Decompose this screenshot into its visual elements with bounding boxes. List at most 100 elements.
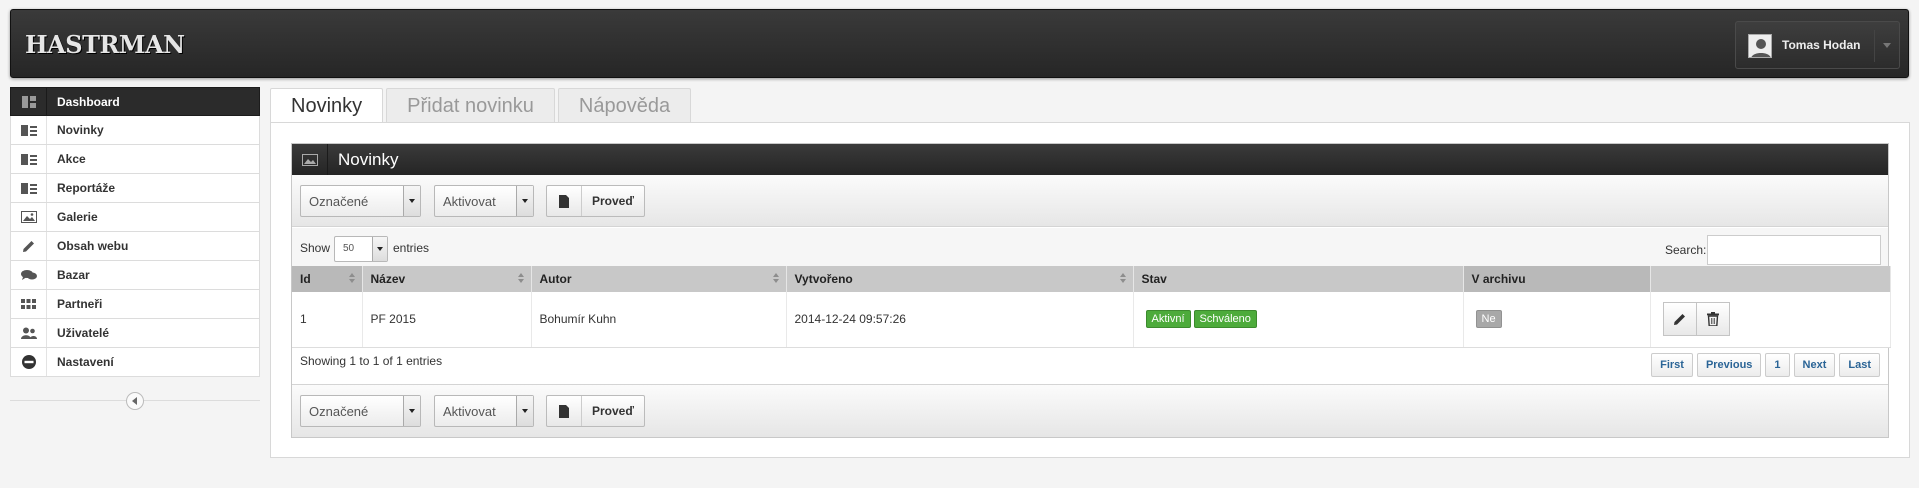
dashboard-icon (11, 88, 47, 115)
selection-select[interactable]: Označené (300, 185, 421, 217)
column-header-id[interactable]: Id (292, 266, 363, 292)
submit-label: Proveď (592, 404, 634, 418)
collapse-sidebar-button[interactable] (126, 392, 144, 410)
page-next-button[interactable]: Next (1793, 353, 1836, 377)
tab-bar: Novinky Přidat novinku Nápověda (270, 88, 694, 124)
user-menu[interactable]: Tomas Hodan (1735, 21, 1900, 69)
pencil-icon (1674, 313, 1685, 325)
column-header-label: Id (300, 272, 311, 286)
sidebar-item-akce[interactable]: Akce (10, 145, 260, 174)
newspaper-icon (11, 174, 47, 202)
column-header-label: Název (370, 272, 406, 286)
selection-select[interactable]: Označené (300, 395, 421, 427)
chevron-down-icon[interactable] (516, 396, 533, 426)
pagination: First Previous 1 Next Last (1647, 353, 1880, 377)
minus-circle-icon (11, 348, 47, 376)
chevron-down-icon[interactable] (403, 396, 420, 426)
tab-pridat-novinku[interactable]: Přidat novinku (386, 88, 555, 123)
bulk-action-toolbar-bottom: Označené Aktivovat Proveď (292, 384, 1888, 437)
sidebar-item-galerie[interactable]: Galerie (10, 203, 260, 232)
archive-badge: Ne (1475, 310, 1502, 329)
delete-button[interactable] (1695, 302, 1730, 337)
grid-icon (11, 290, 47, 318)
chevron-down-icon[interactable] (372, 237, 387, 261)
sidebar-item-label: Bazar (57, 268, 90, 282)
action-select[interactable]: Aktivovat (434, 395, 534, 427)
column-header-actions (1650, 266, 1891, 292)
chevron-down-icon[interactable] (1883, 43, 1891, 48)
user-name: Tomas Hodan (1782, 38, 1861, 52)
sidebar-item-uzivatele[interactable]: Uživatelé (10, 319, 260, 348)
sidebar-item-label: Galerie (57, 210, 98, 224)
document-icon (547, 396, 582, 426)
sort-icon (348, 273, 356, 285)
sidebar-item-novinky[interactable]: Novinky (10, 116, 260, 145)
sidebar-item-label: Reportáže (57, 181, 116, 195)
news-widget: Novinky Označené Aktivovat Proveď Show 5… (291, 143, 1891, 438)
sort-icon (1119, 273, 1127, 285)
sidebar-item-nastaveni[interactable]: Nastavení (10, 348, 260, 377)
document-icon (547, 186, 582, 216)
sidebar-item-label: Dashboard (57, 94, 120, 109)
action-value: Aktivovat (443, 404, 496, 419)
column-header-vytvoreno[interactable]: Vytvořeno (786, 266, 1134, 292)
image-icon (11, 203, 47, 231)
show-label: Show (300, 241, 331, 255)
cell-nazev: PF 2015 (362, 292, 532, 348)
content-panel: Novinky Označené Aktivovat Proveď Show 5… (270, 122, 1910, 458)
cell-vytvoreno: 2014-12-24 09:57:26 (786, 292, 1134, 348)
table-info: Showing 1 to 1 of 1 entries (300, 354, 443, 368)
cell-actions (1650, 292, 1891, 348)
newspaper-icon (11, 145, 47, 173)
submit-button[interactable]: Proveď (546, 185, 645, 217)
page-first-button[interactable]: First (1651, 353, 1693, 377)
sort-icon (772, 273, 780, 285)
action-select[interactable]: Aktivovat (434, 185, 534, 217)
status-badge: Schváleno (1193, 310, 1257, 329)
page-1-button[interactable]: 1 (1765, 353, 1790, 377)
sidebar-item-bazar[interactable]: Bazar (10, 261, 260, 290)
widget-title: Novinky (338, 149, 399, 169)
sidebar-item-obsah-webu[interactable]: Obsah webu (10, 232, 260, 261)
table-header-row: Id Název Autor Vytvořeno Stav V archivu (292, 266, 1891, 292)
column-header-nazev[interactable]: Název (362, 266, 532, 292)
avatar (1748, 34, 1772, 58)
edit-button[interactable] (1662, 302, 1697, 337)
news-table: Id Název Autor Vytvořeno Stav V archivu … (292, 266, 1891, 348)
widget-header: Novinky (292, 144, 1888, 175)
app-logo[interactable]: HASTRMAN (25, 30, 185, 59)
page-previous-button[interactable]: Previous (1696, 353, 1762, 377)
search-label: Search: (1665, 243, 1707, 257)
table-row[interactable]: 1 PF 2015 Bohumír Kuhn 2014-12-24 09:57:… (292, 292, 1891, 348)
table-filter-row: Show 50 entries Search: (292, 228, 1888, 266)
tab-novinky[interactable]: Novinky (270, 88, 384, 124)
page-last-button[interactable]: Last (1839, 353, 1880, 377)
comments-icon (11, 261, 47, 289)
submit-label: Proveď (592, 194, 634, 208)
sidebar-item-dashboard[interactable]: Dashboard (10, 87, 260, 116)
sidebar: Dashboard Novinky Akce Reportáže Galerie… (10, 87, 260, 410)
sidebar-item-reportaze[interactable]: Reportáže (10, 174, 260, 203)
chevron-down-icon[interactable] (403, 186, 420, 216)
top-navbar: HASTRMAN Tomas Hodan (10, 9, 1909, 78)
submit-button[interactable]: Proveď (546, 395, 645, 427)
column-header-v-archivu[interactable]: V archivu (1463, 266, 1651, 292)
sidebar-item-partneri[interactable]: Partneři (10, 290, 260, 319)
tab-napoveda[interactable]: Nápověda (557, 88, 692, 123)
trash-icon (1706, 312, 1719, 327)
selection-value: Označené (309, 194, 369, 209)
image-icon (292, 144, 328, 175)
column-header-label: Vytvořeno (794, 272, 853, 286)
column-header-stav[interactable]: Stav (1133, 266, 1464, 292)
sort-icon (517, 273, 525, 285)
column-header-label: Autor (539, 272, 572, 286)
chevron-down-icon[interactable] (516, 186, 533, 216)
column-header-autor[interactable]: Autor (531, 266, 787, 292)
sidebar-item-label: Nastavení (57, 355, 114, 369)
search-input[interactable] (1707, 235, 1881, 265)
sidebar-item-label: Uživatelé (57, 326, 110, 340)
page-length-select[interactable]: 50 (334, 236, 388, 262)
cell-archiv: Ne (1463, 292, 1651, 348)
bulk-action-toolbar: Označené Aktivovat Proveď (292, 175, 1888, 227)
sidebar-item-label: Obsah webu (57, 239, 129, 253)
